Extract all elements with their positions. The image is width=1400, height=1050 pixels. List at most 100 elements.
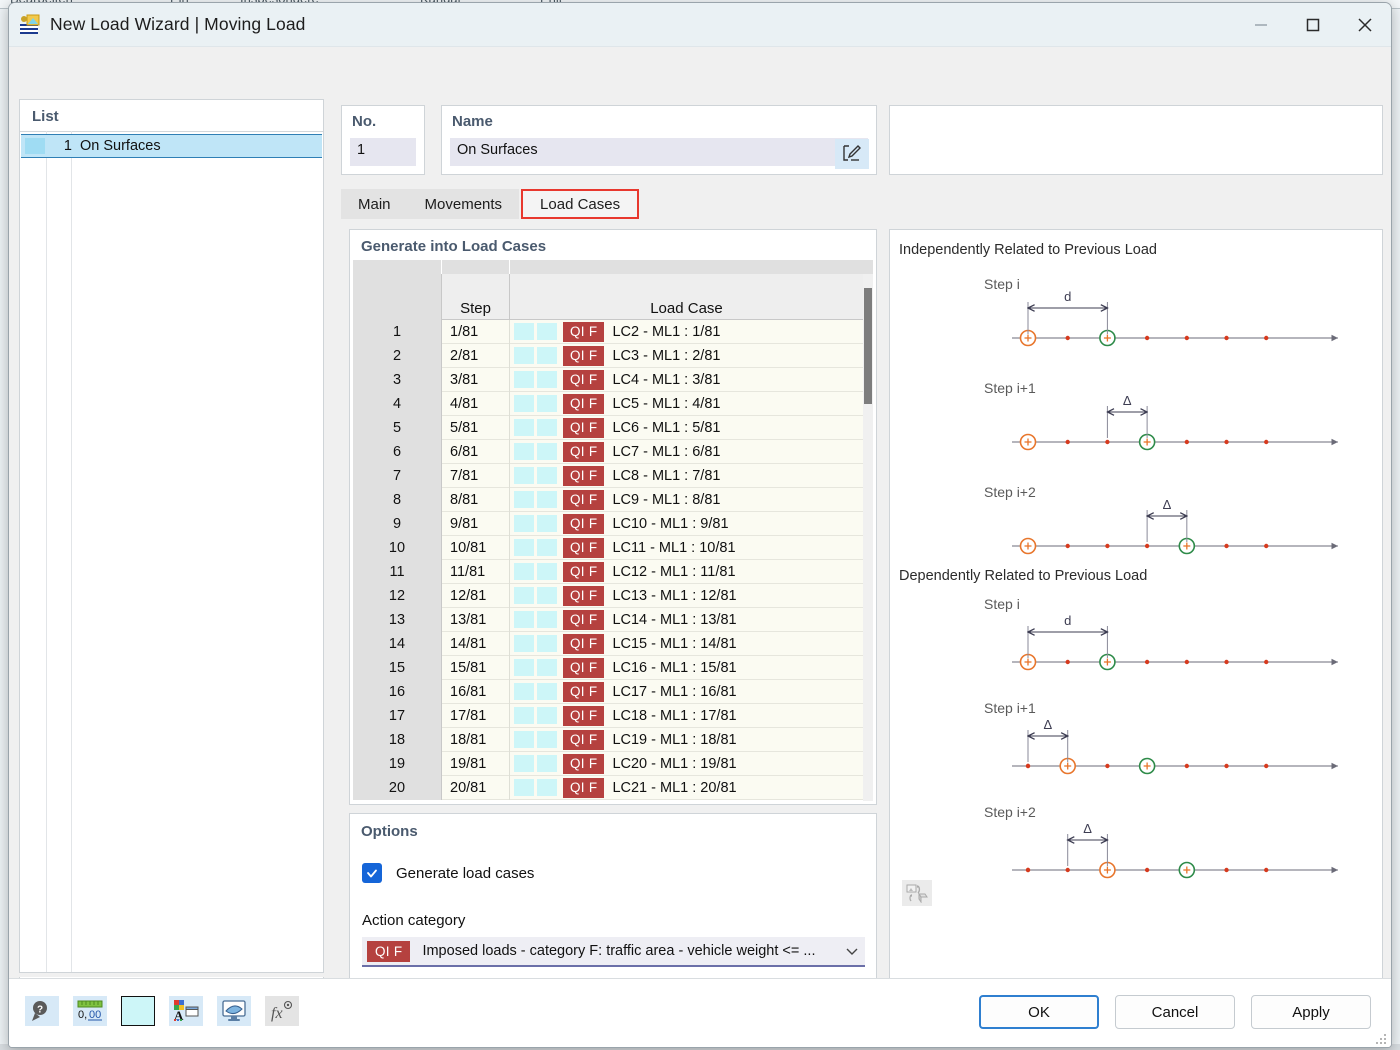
step-cell[interactable]: 19/81 xyxy=(442,751,510,776)
column-header-step[interactable]: Step xyxy=(442,274,510,320)
cancel-button[interactable]: Cancel xyxy=(1115,995,1235,1029)
load-case-cell[interactable]: QI F LC4 - ML1 : 3/81 xyxy=(510,368,863,392)
load-case-cell[interactable]: QI F LC13 - ML1 : 12/81 xyxy=(510,584,863,608)
table-row[interactable]: 17 17/81 QI F LC18 - ML1 : 17/81 xyxy=(353,703,863,728)
display-properties-icon[interactable] xyxy=(217,996,251,1026)
step-cell[interactable]: 17/81 xyxy=(442,703,510,728)
table-row[interactable]: 11 11/81 QI F LC12 - ML1 : 11/81 xyxy=(353,559,863,584)
step-cell[interactable]: 6/81 xyxy=(442,439,510,464)
step-cell[interactable]: 2/81 xyxy=(442,343,510,368)
load-case-cell[interactable]: QI F LC19 - ML1 : 18/81 xyxy=(510,728,863,752)
step-cell[interactable]: 9/81 xyxy=(442,511,510,536)
load-case-cell[interactable]: QI F LC14 - ML1 : 13/81 xyxy=(510,608,863,632)
load-case-cell[interactable]: QI F LC15 - ML1 : 14/81 xyxy=(510,632,863,656)
table-row[interactable]: 8 8/81 QI F LC9 - ML1 : 8/81 xyxy=(353,487,863,512)
tab-main[interactable]: Main xyxy=(341,189,408,219)
load-case-cell[interactable]: QI F LC18 - ML1 : 17/81 xyxy=(510,704,863,728)
table-row[interactable]: 20 20/81 QI F LC21 - ML1 : 20/81 xyxy=(353,775,863,800)
close-button[interactable] xyxy=(1339,3,1391,47)
table-row[interactable]: 15 15/81 QI F LC16 - ML1 : 15/81 xyxy=(353,655,863,680)
minimize-button[interactable] xyxy=(1235,3,1287,47)
name-input[interactable]: On Surfaces xyxy=(450,138,868,166)
step-cell[interactable]: 8/81 xyxy=(442,487,510,512)
table-row[interactable]: 9 9/81 QI F LC10 - ML1 : 9/81 xyxy=(353,511,863,536)
table-row[interactable]: 1 1/81 QI F LC2 - ML1 : 1/81 xyxy=(353,320,863,344)
action-category-select[interactable]: QI F Imposed loads - category F: traffic… xyxy=(362,937,865,967)
load-case-cell[interactable]: QI F LC12 - ML1 : 11/81 xyxy=(510,560,863,584)
step-cell[interactable]: 18/81 xyxy=(442,727,510,752)
edit-pencil-icon[interactable] xyxy=(835,139,869,169)
step-cell[interactable]: 3/81 xyxy=(442,367,510,392)
table-row[interactable]: 19 19/81 QI F LC20 - ML1 : 19/81 xyxy=(353,751,863,776)
grid-scrollbar-thumb[interactable] xyxy=(864,288,872,404)
step-cell[interactable]: 4/81 xyxy=(442,391,510,416)
column-header-load-case[interactable]: Load Case xyxy=(510,274,863,320)
tab-movements[interactable]: Movements xyxy=(407,189,520,219)
image-swap-icon[interactable] xyxy=(902,880,932,906)
step-cell[interactable]: 10/81 xyxy=(442,535,510,560)
maximize-button[interactable] xyxy=(1287,3,1339,47)
load-case-cell[interactable]: QI F LC5 - ML1 : 4/81 xyxy=(510,392,863,416)
units-000-icon[interactable]: 0, 00 xyxy=(73,996,107,1026)
step-cell[interactable]: 20/81 xyxy=(442,775,510,800)
step-cell[interactable]: 5/81 xyxy=(442,415,510,440)
help-magnifier-icon[interactable]: ? xyxy=(25,996,59,1026)
step-cell[interactable]: 15/81 xyxy=(442,655,510,680)
load-case-cell[interactable]: QI F LC9 - ML1 : 8/81 xyxy=(510,488,863,512)
load-case-cell[interactable]: QI F LC16 - ML1 : 15/81 xyxy=(510,656,863,680)
table-row[interactable]: 4 4/81 QI F LC5 - ML1 : 4/81 xyxy=(353,391,863,416)
color-swatch-icon[interactable] xyxy=(121,996,155,1026)
load-case-cell[interactable]: QI F LC21 - ML1 : 20/81 xyxy=(510,776,863,800)
load-case-cell[interactable]: QI F LC3 - ML1 : 2/81 xyxy=(510,344,863,368)
load-case-label: LC14 - ML1 : 13/81 xyxy=(612,611,737,628)
load-case-cell[interactable]: QI F LC11 - ML1 : 10/81 xyxy=(510,536,863,560)
load-case-cell[interactable]: QI F LC8 - ML1 : 7/81 xyxy=(510,464,863,488)
load-case-cell[interactable]: QI F LC10 - ML1 : 9/81 xyxy=(510,512,863,536)
load-case-label: LC15 - ML1 : 14/81 xyxy=(612,635,737,652)
table-row[interactable]: 16 16/81 QI F LC17 - ML1 : 16/81 xyxy=(353,679,863,704)
load-case-cell[interactable]: QI F LC17 - ML1 : 16/81 xyxy=(510,680,863,704)
ok-button[interactable]: OK xyxy=(979,995,1099,1029)
list-item-label: On Surfaces xyxy=(80,138,161,154)
grid-scrollbar[interactable] xyxy=(863,274,873,801)
number-input[interactable]: 1 xyxy=(350,138,416,166)
color-swatch xyxy=(514,611,534,628)
load-case-cell[interactable]: QI F LC20 - ML1 : 19/81 xyxy=(510,752,863,776)
step-cell[interactable]: 1/81 xyxy=(442,320,510,344)
step-cell[interactable]: 12/81 xyxy=(442,583,510,608)
chevron-down-icon[interactable] xyxy=(839,944,865,958)
action-category-badge: QI F xyxy=(367,940,411,962)
load-case-cell[interactable]: QI F LC7 - ML1 : 6/81 xyxy=(510,440,863,464)
step-cell[interactable]: 13/81 xyxy=(442,607,510,632)
step-cell[interactable]: 16/81 xyxy=(442,679,510,704)
resize-grip[interactable] xyxy=(1376,1033,1388,1045)
row-number-cell: 20 xyxy=(353,775,442,800)
load-case-cell[interactable]: QI F LC6 - ML1 : 5/81 xyxy=(510,416,863,440)
color-swatch xyxy=(537,515,557,532)
generate-load-cases-checkbox[interactable] xyxy=(362,863,382,883)
load-case-label: LC19 - ML1 : 18/81 xyxy=(612,731,737,748)
action-category-label: Action category xyxy=(362,912,466,929)
table-row[interactable]: 6 6/81 QI F LC7 - ML1 : 6/81 xyxy=(353,439,863,464)
table-row[interactable]: 7 7/81 QI F LC8 - ML1 : 7/81 xyxy=(353,463,863,488)
load-case-cell[interactable]: QI F LC2 - ML1 : 1/81 xyxy=(510,320,863,344)
generate-load-cases-row[interactable]: Generate load cases xyxy=(362,863,534,883)
table-row[interactable]: 13 13/81 QI F LC14 - ML1 : 13/81 xyxy=(353,607,863,632)
step-cell[interactable]: 14/81 xyxy=(442,631,510,656)
table-row[interactable]: 2 2/81 QI F LC3 - ML1 : 2/81 xyxy=(353,343,863,368)
color-swatch xyxy=(537,731,557,748)
table-row[interactable]: 10 10/81 QI F LC11 - ML1 : 10/81 xyxy=(353,535,863,560)
tab-load-cases[interactable]: Load Cases xyxy=(521,189,640,219)
color-swatch xyxy=(514,563,534,580)
fx-formula-icon[interactable]: fx xyxy=(265,996,299,1026)
apply-button[interactable]: Apply xyxy=(1251,995,1371,1029)
font-style-icon[interactable]: A xyxy=(169,996,203,1026)
table-row[interactable]: 18 18/81 QI F LC19 - ML1 : 18/81 xyxy=(353,727,863,752)
table-row[interactable]: 3 3/81 QI F LC4 - ML1 : 3/81 xyxy=(353,367,863,392)
table-row[interactable]: 12 12/81 QI F LC13 - ML1 : 12/81 xyxy=(353,583,863,608)
table-row[interactable]: 14 14/81 QI F LC15 - ML1 : 14/81 xyxy=(353,631,863,656)
table-row[interactable]: 5 5/81 QI F LC6 - ML1 : 5/81 xyxy=(353,415,863,440)
step-cell[interactable]: 11/81 xyxy=(442,559,510,584)
list-item[interactable]: 1 On Surfaces xyxy=(21,134,322,158)
step-cell[interactable]: 7/81 xyxy=(442,463,510,488)
